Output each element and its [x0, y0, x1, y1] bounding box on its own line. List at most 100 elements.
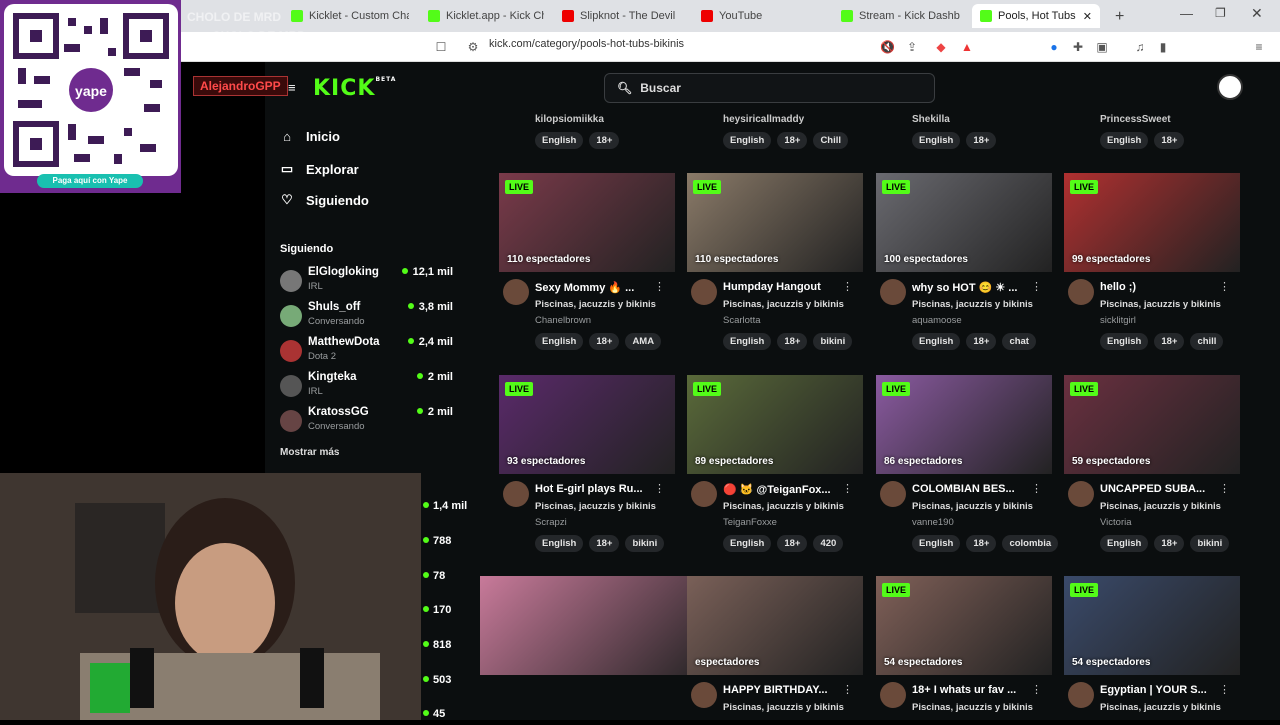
mute-icon[interactable]: 🔇	[880, 40, 895, 54]
tag[interactable]: 18+	[589, 132, 620, 149]
tag[interactable]: English	[1100, 333, 1149, 350]
streamer-avatar[interactable]	[1068, 279, 1094, 305]
tag[interactable]: 18+	[777, 535, 808, 552]
stream-thumbnail[interactable]: LIVE 93 espectadores	[499, 375, 675, 474]
wallet-icon[interactable]: ▣	[1095, 40, 1109, 54]
stream-category[interactable]: Piscinas, jacuzzis y bikinis	[1100, 299, 1221, 310]
streamer-avatar[interactable]	[691, 481, 717, 507]
browser-tab[interactable]: YouTube	[693, 4, 821, 28]
following-channel[interactable]: Kingteka IRL 2 mil	[280, 371, 455, 403]
stream-thumbnail[interactable]	[480, 576, 716, 675]
stream-title[interactable]: why so HOT 😊 ☀ ...	[912, 281, 1037, 294]
stream-title[interactable]: Sexy Mommy 🔥 ...	[535, 281, 660, 294]
stream-title[interactable]: Humpday Hangout	[723, 281, 848, 293]
stream-category[interactable]: Piscinas, jacuzzis y bikinis	[912, 501, 1033, 512]
tag[interactable]: English	[535, 132, 584, 149]
streamer-avatar[interactable]	[880, 279, 906, 305]
show-more-link[interactable]: Mostrar más	[280, 447, 339, 458]
streamer-name[interactable]: sicklitgirl	[1100, 315, 1136, 326]
stream-card[interactable]: LIVE 110 espectadores Sexy Mommy 🔥 ... ⋮ Pis…	[499, 173, 675, 350]
menu-icon[interactable]: ≡	[1252, 40, 1266, 54]
tab-close-icon[interactable]: ✕	[1083, 10, 1092, 23]
browser-tab[interactable]: Kicklet.app - Kick Chatb	[420, 4, 544, 28]
streamer-avatar[interactable]	[503, 481, 529, 507]
more-options-icon[interactable]: ⋮	[842, 482, 853, 495]
rewards-icon[interactable]: ▲	[960, 40, 974, 54]
kick-logo[interactable]: KICKBETA	[313, 76, 396, 101]
tag[interactable]: English	[723, 333, 772, 350]
stream-card[interactable]	[480, 576, 716, 675]
nav-inicio[interactable]: ⌂ Inicio	[280, 129, 340, 144]
more-options-icon[interactable]: ⋮	[654, 280, 665, 293]
tag[interactable]: 18+	[1154, 535, 1185, 552]
more-options-icon[interactable]: ⋮	[1219, 482, 1230, 495]
tag[interactable]: 420	[813, 535, 844, 552]
streamer-name[interactable]: Shekilla	[912, 114, 950, 125]
stream-category[interactable]: Piscinas, jacuzzis y bikinis	[723, 299, 844, 310]
stream-card[interactable]: LIVE 110 espectadores Humpday Hangout ⋮ Pisc…	[687, 173, 863, 350]
tag[interactable]: colombia	[1002, 535, 1059, 552]
music-icon[interactable]: ♫	[1133, 40, 1147, 54]
tag[interactable]: bikini	[625, 535, 665, 552]
stream-card[interactable]: LIVE 100 espectadores why so HOT 😊 ☀ ... ⋮ P…	[876, 173, 1052, 350]
stream-category[interactable]: Piscinas, jacuzzis y bikinis	[1100, 702, 1221, 713]
tag[interactable]: Chill	[813, 132, 849, 149]
stream-thumbnail[interactable]: LIVE 54 espectadores	[876, 576, 1052, 675]
stream-card[interactable]: espectadores HAPPY BIRTHDAY... ⋮ Piscinas, …	[687, 576, 863, 713]
stream-thumbnail[interactable]: LIVE 110 espectadores	[687, 173, 863, 272]
stream-thumbnail[interactable]: LIVE 86 espectadores	[876, 375, 1052, 474]
streamer-name[interactable]: Scrapzi	[535, 517, 567, 528]
more-options-icon[interactable]: ⋮	[1219, 683, 1230, 696]
stream-title[interactable]: Hot E-girl plays Ru...	[535, 483, 660, 495]
tag[interactable]: English	[723, 535, 772, 552]
tag[interactable]: English	[912, 535, 961, 552]
streamer-name[interactable]: aquamoose	[912, 315, 962, 326]
streamer-avatar[interactable]	[691, 279, 717, 305]
tag[interactable]: 18+	[589, 333, 620, 350]
tag[interactable]: 18+	[966, 535, 997, 552]
browser-tab[interactable]: Stream - Kick Dashb	[833, 4, 961, 28]
streamer-name[interactable]: Scarlotta	[723, 315, 761, 326]
streamer-name[interactable]: vanne190	[912, 517, 954, 528]
stream-thumbnail[interactable]: LIVE 99 espectadores	[1064, 173, 1240, 272]
stream-title[interactable]: hello ;)	[1100, 281, 1225, 293]
tag[interactable]: English	[1100, 132, 1149, 149]
close-window-button[interactable]: ✕	[1251, 5, 1263, 22]
stream-card[interactable]: LIVE 99 espectadores hello ;) ⋮ Piscinas, ja…	[1064, 173, 1240, 350]
site-info-icon[interactable]: ⚙	[466, 40, 480, 54]
hamburger-icon[interactable]: ≡	[288, 80, 296, 95]
tag[interactable]: 18+	[966, 333, 997, 350]
browser-tab[interactable]: Kicklet - Custom Cha	[283, 4, 409, 28]
more-options-icon[interactable]: ⋮	[842, 683, 853, 696]
following-channel[interactable]: Shuls_off Conversando 3,8 mil	[280, 301, 455, 333]
streamer-name[interactable]: heysiricallmaddy	[723, 114, 804, 125]
browser-tab[interactable]: Pools, Hot Tubs ✕	[972, 4, 1100, 28]
more-options-icon[interactable]: ⋮	[842, 280, 853, 293]
stream-thumbnail[interactable]: LIVE 59 espectadores	[1064, 375, 1240, 474]
tag[interactable]: 18+	[777, 132, 808, 149]
puzzle-icon[interactable]: ✚	[1071, 40, 1085, 54]
tag[interactable]: chill	[1190, 333, 1224, 350]
stream-category[interactable]: Piscinas, jacuzzis y bikinis	[723, 702, 844, 713]
stream-category[interactable]: Piscinas, jacuzzis y bikinis	[912, 702, 1033, 713]
streamer-avatar[interactable]	[1068, 682, 1094, 708]
streamer-name[interactable]: TeiganFoxxe	[723, 517, 777, 528]
following-channel[interactable]: ElGlogloking IRL 12,1 mil	[280, 266, 455, 298]
tag[interactable]: English	[723, 132, 772, 149]
stream-category[interactable]: Piscinas, jacuzzis y bikinis	[535, 299, 656, 310]
nav-explorar[interactable]: ▭ Explorar	[280, 161, 359, 177]
stream-category[interactable]: Piscinas, jacuzzis y bikinis	[535, 501, 656, 512]
streamer-avatar[interactable]	[691, 682, 717, 708]
streamer-name[interactable]: Victoria	[1100, 517, 1132, 528]
tag[interactable]: 18+	[1154, 333, 1185, 350]
more-options-icon[interactable]: ⋮	[1219, 280, 1230, 293]
tag[interactable]: 18+	[589, 535, 620, 552]
tag[interactable]: 18+	[777, 333, 808, 350]
tag[interactable]: bikini	[1190, 535, 1230, 552]
more-options-icon[interactable]: ⋮	[1031, 683, 1042, 696]
tag[interactable]: 18+	[966, 132, 997, 149]
streamer-avatar[interactable]	[880, 682, 906, 708]
more-options-icon[interactable]: ⋮	[1031, 482, 1042, 495]
streamer-name[interactable]: Chanelbrown	[535, 315, 591, 326]
stream-thumbnail[interactable]: LIVE 110 espectadores	[499, 173, 675, 272]
